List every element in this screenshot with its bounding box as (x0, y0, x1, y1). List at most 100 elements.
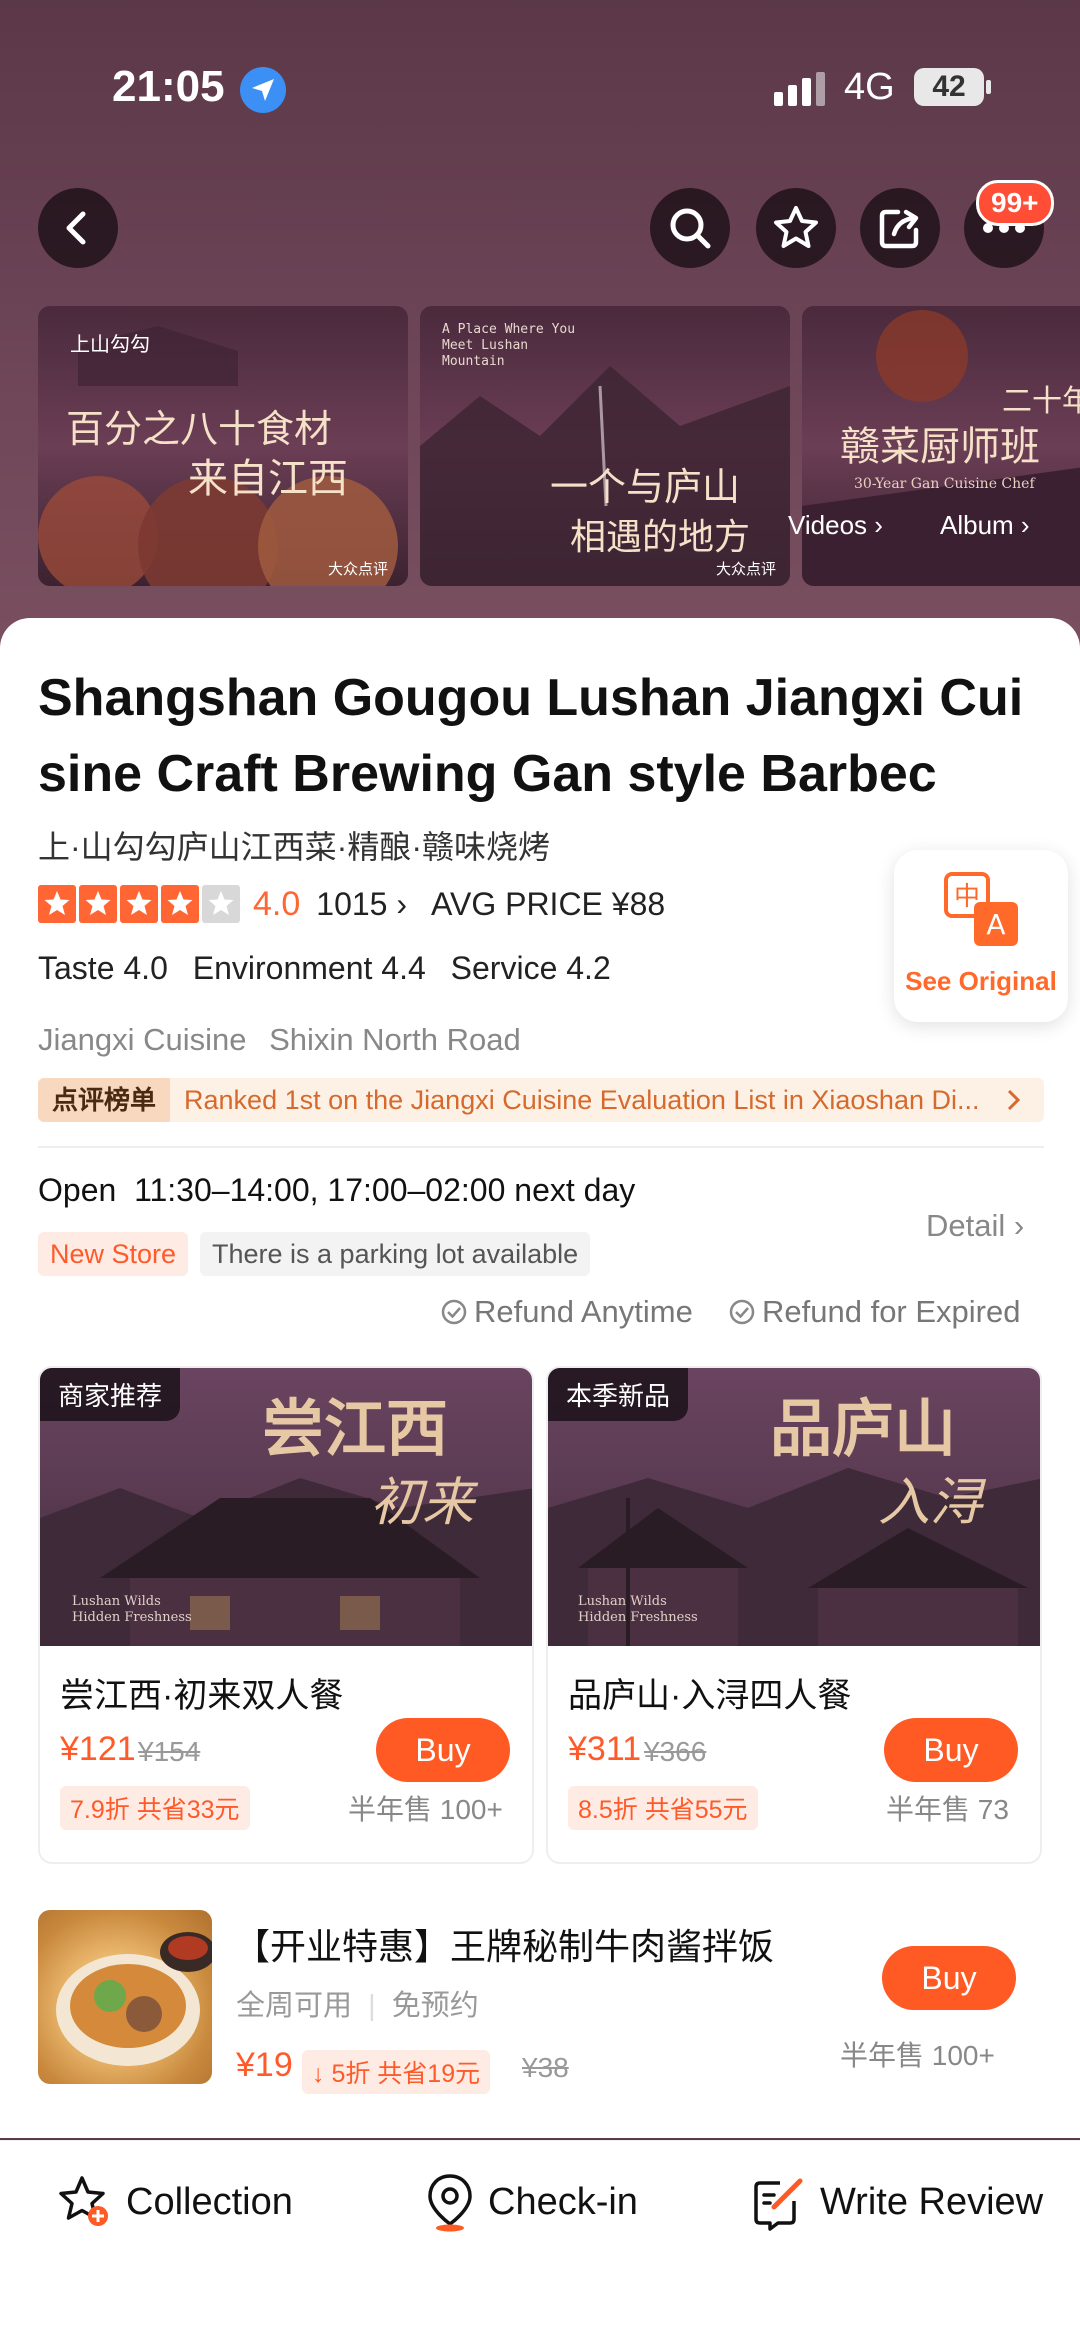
deal-original-price: ¥154 (138, 1736, 201, 1767)
media-thumb-3[interactable]: 二十年 赣菜厨师班 30-Year Gan Cuisine Chef (802, 306, 1080, 586)
refund-expired-label: Refund for Expired (762, 1294, 1021, 1329)
category-row: Jiangxi Cuisine Shixin North Road (38, 1022, 535, 1058)
separator: | (368, 1990, 376, 2022)
deal-card-1[interactable]: 商家推荐 尝江西 初来 Lushan Wilds Hidden Freshnes… (38, 1366, 534, 1864)
combo-sold: 半年售 100+ (840, 2040, 995, 2071)
ranking-text: Ranked 1st on the Jiangxi Cuisine Evalua… (184, 1084, 980, 1115)
svg-text:A: A (986, 908, 1005, 941)
location-icon (240, 67, 286, 113)
combo-original-price: ¥38 (522, 2052, 569, 2083)
media-thumb-2[interactable]: A Place Where You Meet Lushan Mountain 一… (420, 306, 790, 586)
favorite-button[interactable] (756, 188, 836, 268)
deal-price: ¥311 (568, 1730, 642, 1768)
battery-icon: 42 (914, 68, 984, 106)
deal-badge: 商家推荐 (40, 1368, 181, 1421)
taste-score: Taste 4.0 (38, 950, 168, 986)
combo-discount: ↓ 5折 共省19元 (302, 2050, 491, 2094)
collection-button[interactable]: Collection (54, 2166, 293, 2238)
deal-caption-script: 初来 (370, 1473, 475, 1533)
deal-sold: 半年售 73 (886, 1794, 1009, 1825)
review-count[interactable]: 1015 › (316, 886, 407, 923)
star-filled-icon (120, 885, 158, 923)
combo-discount-text: 5折 共省19元 (331, 2060, 481, 2088)
collection-label: Collection (126, 2180, 293, 2223)
area-name[interactable]: Shixin North Road (269, 1022, 521, 1057)
thumb2-line2: 相遇的地方 (570, 517, 751, 558)
search-button[interactable] (650, 188, 730, 268)
see-original-label: See Original (905, 966, 1057, 996)
thumb3-english: 30-Year Gan Cuisine Chef (854, 476, 1035, 492)
rating-score: 4.0 (253, 884, 301, 923)
media-carousel[interactable]: 上山勾勾 百分之八十食材 来自江西 大众点评 A Place Where You… (38, 306, 1080, 586)
deal-name: 尝江西·初来双人餐 (60, 1677, 344, 1715)
deal-caption: 尝江西 (262, 1392, 449, 1465)
thumb3-line1: 赣菜厨师班 (840, 424, 1040, 470)
back-button[interactable] (38, 188, 118, 268)
write-review-label: Write Review (820, 2180, 1044, 2223)
deal-price: ¥121 (60, 1730, 136, 1768)
buy-button[interactable]: Buy (884, 1718, 1018, 1782)
album-link[interactable]: Album › (940, 510, 1030, 541)
refund-anytime-label: Refund Anytime (474, 1294, 693, 1329)
thumb1-line2: 来自江西 (188, 456, 348, 502)
sub-scores: Taste 4.0 Environment 4.4 Service 4.2 (38, 950, 627, 987)
rating-row[interactable]: 4.0 1015 › AVG PRICE ¥88 (38, 882, 665, 926)
checkin-button[interactable]: Check-in (424, 2166, 638, 2238)
open-hours-value: 11:30–14:00, 17:00–02:00 next day (134, 1172, 636, 1208)
star-filled-icon (38, 885, 76, 923)
search-icon (670, 208, 711, 249)
album-label: Album (940, 510, 1014, 540)
media-thumb-1[interactable]: 上山勾勾 百分之八十食材 来自江西 大众点评 (38, 306, 408, 586)
checkin-label: Check-in (488, 2180, 638, 2223)
deal-caption-script: 入浔 (878, 1473, 983, 1533)
buy-button[interactable]: Buy (882, 1946, 1016, 2010)
shop-subtitle: 上·山勾勾庐山江西菜·精酿·赣味烧烤 (38, 829, 550, 865)
review-count-value: 1015 (316, 885, 388, 922)
deal-card-2[interactable]: 本季新品 品庐山 入浔 Lushan Wilds Hidden Freshnes… (546, 1366, 1042, 1864)
open-hours: Open 11:30–14:00, 17:00–02:00 next day (38, 1172, 635, 1209)
star-icon (774, 206, 818, 248)
deal-name: 品庐山·入浔四人餐 (568, 1677, 852, 1715)
combo-conditions: 全周可用 | 免预约 (236, 1982, 479, 2024)
share-button[interactable] (860, 188, 940, 268)
network-label: 4G (844, 66, 895, 108)
star-filled-icon (79, 885, 117, 923)
deal-badge: 本季新品 (548, 1368, 689, 1421)
deal-discount: 8.5折 共省55元 (568, 1786, 758, 1830)
deal-caption-en: Lushan Wilds Hidden Freshness (578, 1594, 698, 1625)
deal-sold: 半年售 100+ (348, 1794, 503, 1825)
shop-title: Shangshan Gougou Lushan Jiangxi Cuisine … (38, 669, 1024, 803)
combo-price: ¥19 (236, 2046, 293, 2084)
videos-link[interactable]: Videos › (788, 510, 883, 541)
environment-score: Environment 4.4 (192, 950, 426, 986)
thumb2-english: A Place Where You Meet Lushan Mountain (442, 322, 576, 369)
combo-availability: 全周可用 (236, 1990, 353, 2022)
combo-deal[interactable]: 【开业特惠】王牌秘制牛肉酱拌饭 全周可用 | 免预约 ¥19 ↓ 5折 共省19… (38, 1910, 1048, 2094)
thumb2-watermark: 大众点评 (716, 560, 777, 578)
status-bar: 21:05 4G 42 (0, 0, 1080, 170)
combo-reservation: 免预约 (391, 1990, 479, 2022)
ranking-banner[interactable]: 点评榜单 Ranked 1st on the Jiangxi Cuisine E… (38, 1078, 1044, 1122)
combo-title: 【开业特惠】王牌秘制牛肉酱拌饭 (234, 1926, 775, 1967)
detail-label: Detail (926, 1208, 1006, 1243)
arrow-down-icon: ↓ (312, 2060, 325, 2088)
service-score: Service 4.2 (450, 950, 611, 986)
avg-price: AVG PRICE ¥88 (431, 885, 666, 922)
buy-button[interactable]: Buy (376, 1718, 510, 1782)
write-review-button[interactable]: Write Review (750, 2166, 1043, 2238)
deal-caption: 品庐山 (770, 1392, 957, 1465)
divider (38, 1146, 1044, 1148)
rice-bowl-photo (56, 1932, 212, 2066)
notification-badge: 99+ (976, 180, 1054, 226)
star-filled-icon (161, 885, 199, 923)
thumb1-brand: 上山勾勾 (70, 332, 150, 356)
refund-expired: Refund for Expired (728, 1294, 1020, 1330)
battery-tip (986, 80, 991, 94)
translate-icon: 中 A (944, 872, 1018, 946)
see-original-button[interactable]: 中 A See Original (894, 850, 1068, 1022)
detail-link[interactable]: Detail › (926, 1208, 1024, 1244)
cuisine-category[interactable]: Jiangxi Cuisine (38, 1022, 247, 1057)
thumb1-line1: 百分之八十食材 (66, 407, 333, 451)
ranking-tag: 点评榜单 (38, 1078, 171, 1122)
star-empty-icon (202, 885, 240, 923)
